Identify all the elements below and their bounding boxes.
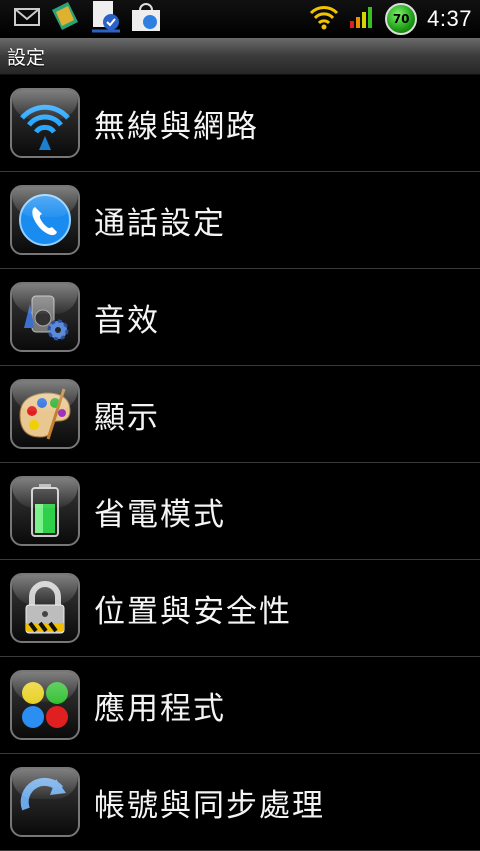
lock-icon xyxy=(10,573,80,643)
status-bar: 70 4:37 xyxy=(0,0,480,38)
palette-icon xyxy=(10,379,80,449)
page-title: 設定 xyxy=(7,46,46,69)
sound-icon xyxy=(10,282,80,352)
settings-item-call-settings[interactable]: 通話設定 xyxy=(0,172,480,269)
settings-item-applications[interactable]: 應用程式 xyxy=(0,657,480,754)
settings-item-power-saver[interactable]: 省電模式 xyxy=(0,463,480,560)
settings-item-label: 省電模式 xyxy=(94,496,226,533)
settings-item-label: 顯示 xyxy=(94,399,160,436)
wifi-icon xyxy=(309,4,339,34)
gmail-icon xyxy=(14,7,40,31)
app-notification-icon xyxy=(48,0,82,38)
settings-item-location-security[interactable]: 位置與安全性 xyxy=(0,560,480,657)
settings-item-label: 音效 xyxy=(94,302,160,339)
battery-saver-icon xyxy=(10,476,80,546)
signal-icon xyxy=(349,5,375,33)
battery-level: 70 xyxy=(392,12,410,26)
settings-item-label: 無線與網路 xyxy=(94,108,259,145)
settings-item-sound[interactable]: 音效 xyxy=(0,269,480,366)
settings-item-label: 位置與安全性 xyxy=(94,593,292,630)
settings-item-label: 應用程式 xyxy=(94,690,226,727)
applications-icon xyxy=(10,670,80,740)
clock: 4:37 xyxy=(427,6,472,31)
wireless-icon xyxy=(10,88,80,158)
settings-item-display[interactable]: 顯示 xyxy=(0,366,480,463)
market-update-icon xyxy=(130,1,162,37)
title-bar: 設定 xyxy=(0,38,480,75)
phone-icon xyxy=(10,185,80,255)
battery-icon: 70 xyxy=(385,3,418,35)
settings-item-wireless-networks[interactable]: 無線與網路 xyxy=(0,75,480,172)
settings-item-accounts-sync[interactable]: 帳號與同步處理 xyxy=(0,754,480,851)
download-complete-icon xyxy=(90,0,122,38)
sync-icon xyxy=(10,767,80,837)
settings-item-label: 帳號與同步處理 xyxy=(94,787,325,824)
settings-item-label: 通話設定 xyxy=(94,205,226,242)
settings-list: 無線與網路 通話設定 音效 顯示 省電模式 位置與安全性 應用程式 帳號與同步處… xyxy=(0,75,480,851)
